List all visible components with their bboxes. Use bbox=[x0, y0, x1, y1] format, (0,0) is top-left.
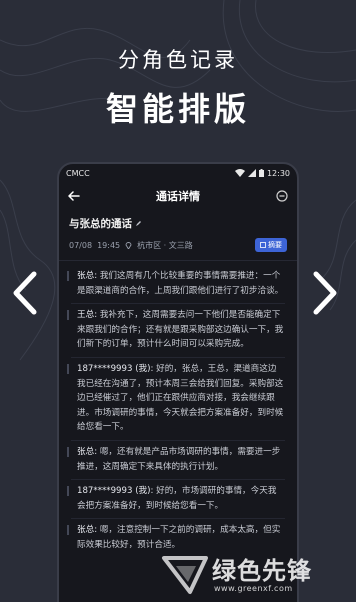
battery-icon bbox=[258, 169, 264, 177]
location-pin-icon bbox=[125, 242, 132, 249]
status-bar: CMCC 12:30 bbox=[59, 164, 297, 182]
entry-text: 我们这周有几个比较重要的事情需要推进：一个是跟渠道商的合作，上周我们跟他们进行了… bbox=[77, 271, 284, 296]
transcript-entry: 187****9993 (我): 好的，市场调研的事情，今天我会把方案准备好，到… bbox=[67, 480, 289, 518]
speaker-label: 张总: bbox=[77, 271, 98, 281]
carrier-label: CMCC bbox=[66, 168, 90, 178]
signal-icon bbox=[247, 169, 256, 177]
speaker-label: 张总: bbox=[77, 446, 98, 457]
transcript-entry: 187****9993 (我): 好的，张总，王总，渠道商这边我已经在沟通了，预… bbox=[67, 358, 289, 440]
entry-text: 我补充下，这周需要去问一下他们是否能确定下来跟我们的合作；还有就是跟采购部这边确… bbox=[77, 310, 284, 350]
call-date: 07/08 bbox=[69, 240, 93, 250]
transcript-entry: 王总: 我补充下，这周需要去问一下他们是否能确定下来跟我们的合作；还有就是跟采购… bbox=[67, 304, 289, 357]
call-time: 19:45 bbox=[97, 240, 121, 250]
call-title: 与张总的通话 bbox=[69, 218, 132, 230]
wifi-icon bbox=[234, 169, 245, 177]
summary-button[interactable]: 摘要 bbox=[255, 238, 287, 252]
document-icon bbox=[260, 242, 266, 248]
entry-text: 嗯，还有就是产品市场调研的事情，需要进一步推进，这周确定下来具体的执行计划。 bbox=[77, 446, 281, 472]
previous-arrow-icon[interactable] bbox=[10, 270, 40, 316]
speaker-label: 张总: bbox=[77, 525, 98, 536]
page-title: 通话详情 bbox=[156, 190, 200, 203]
promo-title: 智能排版 bbox=[105, 90, 250, 128]
speaker-label: 王总: bbox=[77, 310, 98, 321]
promo-subtitle: 分角色记录 bbox=[118, 48, 238, 72]
summary-label: 摘要 bbox=[268, 241, 282, 249]
status-time: 12:30 bbox=[266, 168, 290, 178]
watermark-url: www.greenxf.com bbox=[214, 584, 293, 593]
phone-mockup: CMCC 12:30 通话详情 与张总的通话 07/08 19:45 杭市区 ·… bbox=[57, 162, 299, 602]
call-location: 杭市区 · 文三路 bbox=[137, 240, 193, 250]
back-arrow-icon[interactable] bbox=[67, 189, 81, 203]
entry-text: 好的，张总，王总，渠道商这边我已经在沟通了，预计本周三会给我们回复。采购部这边已… bbox=[77, 363, 284, 433]
transcript-entry: 张总: 我们这周有几个比较重要的事情需要推进：一个是跟渠道商的合作，上周我们跟他… bbox=[67, 265, 289, 303]
app-bar: 通话详情 bbox=[59, 182, 297, 210]
more-options-icon[interactable] bbox=[275, 189, 289, 203]
speaker-label: 187****9993 (我): bbox=[77, 486, 154, 497]
watermark-text: 绿色先锋 bbox=[212, 557, 312, 585]
transcript-list: 张总: 我们这周有几个比较重要的事情需要推进：一个是跟渠道商的合作，上周我们跟他… bbox=[59, 261, 297, 558]
edit-icon[interactable] bbox=[135, 220, 142, 227]
next-arrow-icon[interactable] bbox=[310, 270, 340, 316]
speaker-label: 187****9993 (我): bbox=[77, 363, 154, 374]
transcript-entry: 张总: 嗯，还有就是产品市场调研的事情，需要进一步推进，这周确定下来具体的执行计… bbox=[67, 441, 289, 479]
call-header: 与张总的通话 07/08 19:45 杭市区 · 文三路 摘要 bbox=[59, 210, 297, 261]
